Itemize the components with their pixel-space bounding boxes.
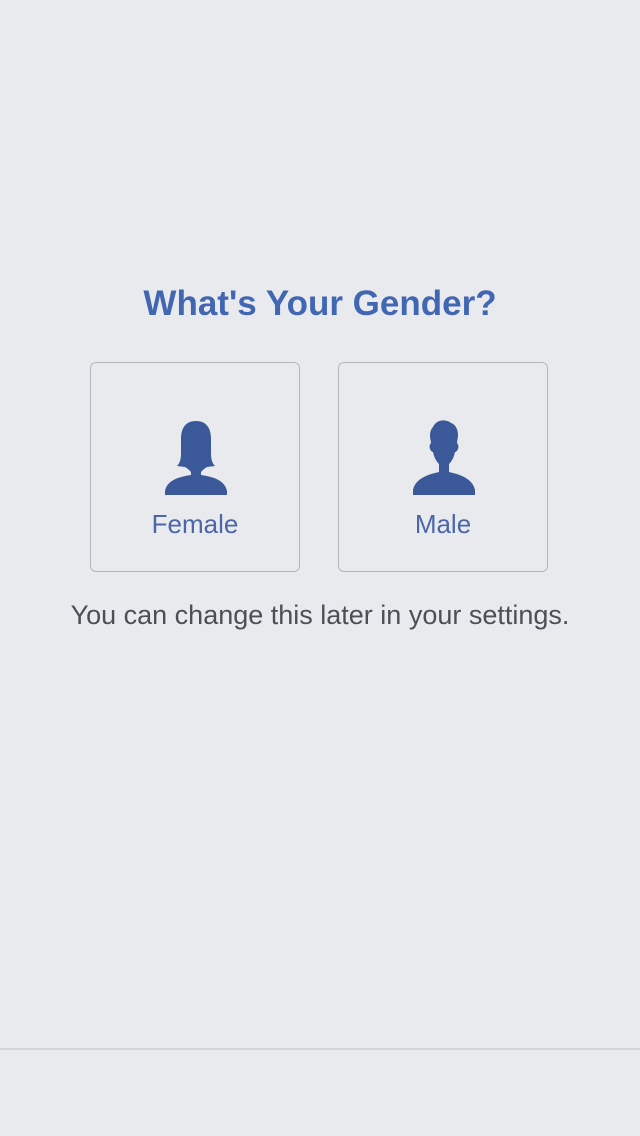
male-label: Male — [414, 509, 472, 539]
female-option-button[interactable]: Female — [90, 362, 300, 572]
gender-choices: Female Male — [90, 362, 550, 574]
bottom-divider — [0, 1048, 640, 1050]
page-title: What's Your Gender? — [143, 284, 497, 323]
settings-hint: You can change this later in your settin… — [70, 600, 570, 630]
female-label: Female — [151, 509, 239, 539]
male-option-button[interactable]: Male — [338, 362, 548, 572]
male-silhouette-icon — [413, 420, 475, 495]
female-silhouette-icon — [165, 421, 227, 495]
